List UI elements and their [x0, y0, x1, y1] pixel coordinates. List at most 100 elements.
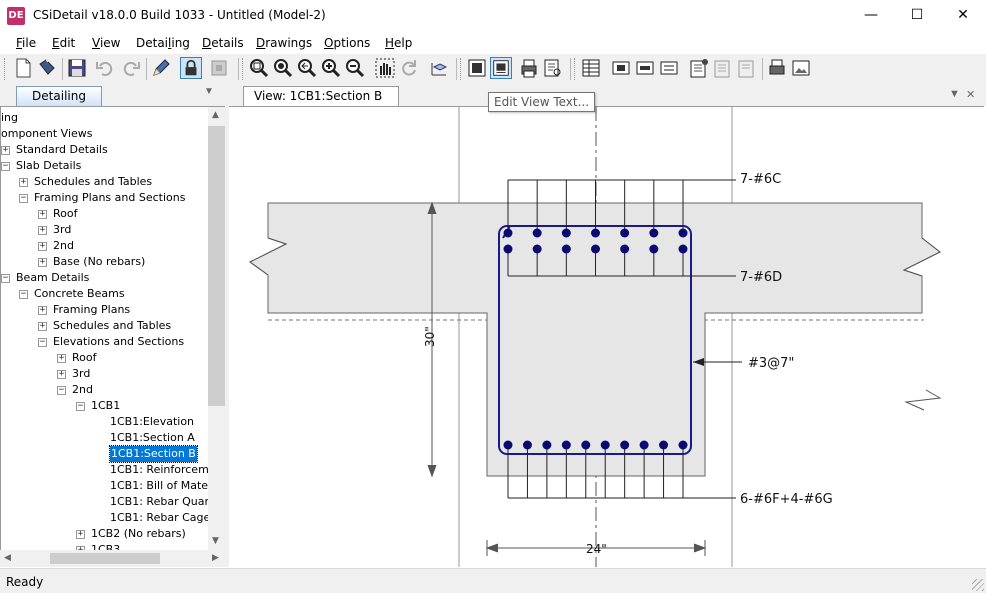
open-icon[interactable] — [36, 57, 58, 79]
tree-node[interactable]: Slab Details — [16, 158, 81, 174]
toolbar-grip[interactable] — [574, 58, 578, 80]
print-setup-icon[interactable] — [766, 57, 788, 79]
tree-node[interactable]: 3rd — [72, 366, 90, 382]
tree-node[interactable]: 1CB1:Section A — [110, 430, 195, 446]
expand-icon[interactable]: + — [19, 178, 28, 187]
toolbar-grip[interactable] — [460, 58, 464, 80]
export-icon[interactable] — [208, 57, 230, 79]
print-preview-icon[interactable] — [542, 57, 564, 79]
material-icon[interactable] — [736, 57, 758, 79]
3d-view-icon[interactable] — [428, 57, 450, 79]
menu-help[interactable]: Help — [385, 36, 412, 50]
new-file-icon[interactable] — [12, 57, 34, 79]
zoom-in-icon[interactable] — [320, 57, 342, 79]
tree-node[interactable]: 1CB1: Rebar Cage — [110, 510, 208, 526]
tab-detailing[interactable]: Detailing — [16, 86, 102, 106]
zoom-window-icon[interactable] — [248, 57, 270, 79]
save-icon[interactable] — [66, 57, 88, 79]
image-export-icon[interactable] — [790, 57, 812, 79]
scroll-down-icon[interactable]: ▼ — [212, 536, 219, 546]
tab-view-section-b[interactable]: View: 1CB1:Section B — [243, 86, 399, 106]
scroll-up-icon[interactable]: ▲ — [212, 110, 219, 120]
menu-edit[interactable]: Edit — [52, 36, 75, 50]
tree-node[interactable]: Beam Details — [16, 270, 89, 286]
tree-vertical-scroll-thumb[interactable] — [208, 126, 225, 406]
expand-icon[interactable]: + — [57, 354, 66, 363]
tree-node[interactable]: Framing Plans — [53, 302, 130, 318]
collapse-icon[interactable]: − — [1, 162, 10, 171]
expand-icon[interactable]: + — [57, 370, 66, 379]
plan-view-icon[interactable] — [658, 57, 680, 79]
tree-node[interactable]: Roof — [53, 206, 77, 222]
view-close-icon[interactable]: ✕ — [966, 88, 975, 101]
tree-node[interactable]: omponent Views — [1, 126, 93, 142]
tree-node[interactable]: 1CB1 — [91, 398, 120, 414]
collapse-icon[interactable]: − — [57, 386, 66, 395]
tree-node[interactable]: Framing Plans and Sections — [34, 190, 185, 206]
toolbar-grip[interactable] — [242, 58, 246, 80]
expand-icon[interactable]: + — [1, 146, 10, 155]
print-icon[interactable] — [518, 57, 540, 79]
tree-node[interactable]: Schedules and Tables — [53, 318, 171, 334]
menu-detailing[interactable]: Detailing — [136, 36, 190, 50]
tree-node[interactable]: Standard Details — [16, 142, 108, 158]
menu-details[interactable]: Details — [202, 36, 244, 50]
zoom-out-icon[interactable] — [344, 57, 366, 79]
section-view-icon[interactable] — [610, 57, 632, 79]
refresh-icon[interactable] — [398, 57, 420, 79]
panel-dropdown-icon[interactable]: ▼ — [204, 86, 214, 97]
bill-icon[interactable] — [712, 57, 734, 79]
tree-horizontal-scroll-thumb[interactable] — [50, 553, 160, 564]
lock-icon[interactable] — [180, 57, 202, 79]
tree-node[interactable]: Base (No rebars) — [53, 254, 145, 270]
tree-node[interactable]: ing — [1, 110, 18, 126]
view-dropdown-icon[interactable]: ▼ — [949, 88, 960, 100]
collapse-icon[interactable]: − — [1, 274, 10, 283]
expand-icon[interactable]: + — [76, 530, 85, 539]
close-button[interactable]: ✕ — [940, 0, 986, 30]
scroll-right-icon[interactable]: ▶ — [212, 553, 219, 563]
menu-drawings[interactable]: Drawings — [256, 36, 312, 50]
minimize-button[interactable]: — — [848, 0, 894, 30]
scroll-left-icon[interactable]: ◀ — [4, 553, 11, 563]
collapse-icon[interactable]: − — [38, 338, 47, 347]
edit-view-text-icon[interactable] — [490, 57, 512, 79]
tree-node[interactable]: 1CB2 (No rebars) — [91, 526, 186, 542]
tree-node[interactable]: Elevations and Sections — [53, 334, 184, 350]
expand-icon[interactable]: + — [38, 242, 47, 251]
undo-icon[interactable] — [94, 57, 116, 79]
pan-icon[interactable] — [374, 57, 396, 79]
expand-icon[interactable]: + — [38, 322, 47, 331]
rebar-icon[interactable] — [688, 57, 710, 79]
resize-grip[interactable] — [972, 579, 984, 591]
tree-node[interactable]: 1CB1: Bill of Material — [110, 478, 208, 494]
menu-file[interactable]: File — [16, 36, 36, 50]
table-icon[interactable] — [580, 57, 602, 79]
redo-icon[interactable] — [120, 57, 142, 79]
expand-icon[interactable]: + — [38, 210, 47, 219]
tree-node[interactable]: 1CB1: Reinforcement — [110, 462, 208, 478]
tree-node[interactable]: 2nd — [53, 238, 74, 254]
tree-node[interactable]: Schedules and Tables — [34, 174, 152, 190]
detailing-tree[interactable]: ing omponent Views + Standard Details − Slab … — [0, 106, 208, 550]
edit-view-icon[interactable] — [466, 57, 488, 79]
collapse-icon[interactable]: − — [76, 402, 85, 411]
tree-node[interactable]: Concrete Beams — [34, 286, 125, 302]
maximize-button[interactable]: ☐ — [894, 0, 940, 30]
menu-options[interactable]: Options — [324, 36, 370, 50]
expand-icon[interactable]: + — [38, 306, 47, 315]
toolbar-grip[interactable] — [4, 58, 8, 80]
tree-node[interactable]: 1CB1:Elevation — [110, 414, 194, 430]
elevation-view-icon[interactable] — [634, 57, 656, 79]
tree-node[interactable]: 1CB1:Section B — [109, 445, 198, 463]
drawing-canvas[interactable]: 7-#6C 7-#6D #3@7" 6-#6F+4-#6G 30" 24" — [229, 106, 984, 567]
collapse-icon[interactable]: − — [19, 194, 28, 203]
tree-node[interactable]: Roof — [72, 350, 96, 366]
tree-node[interactable]: 2nd — [72, 382, 93, 398]
tree-node[interactable]: 1CB1: Rebar Quantity — [110, 494, 208, 510]
menu-view[interactable]: View — [92, 36, 120, 50]
expand-icon[interactable]: + — [38, 226, 47, 235]
tree-node[interactable]: 3rd — [53, 222, 71, 238]
pencil-icon[interactable] — [150, 57, 172, 79]
expand-icon[interactable]: + — [38, 258, 47, 267]
